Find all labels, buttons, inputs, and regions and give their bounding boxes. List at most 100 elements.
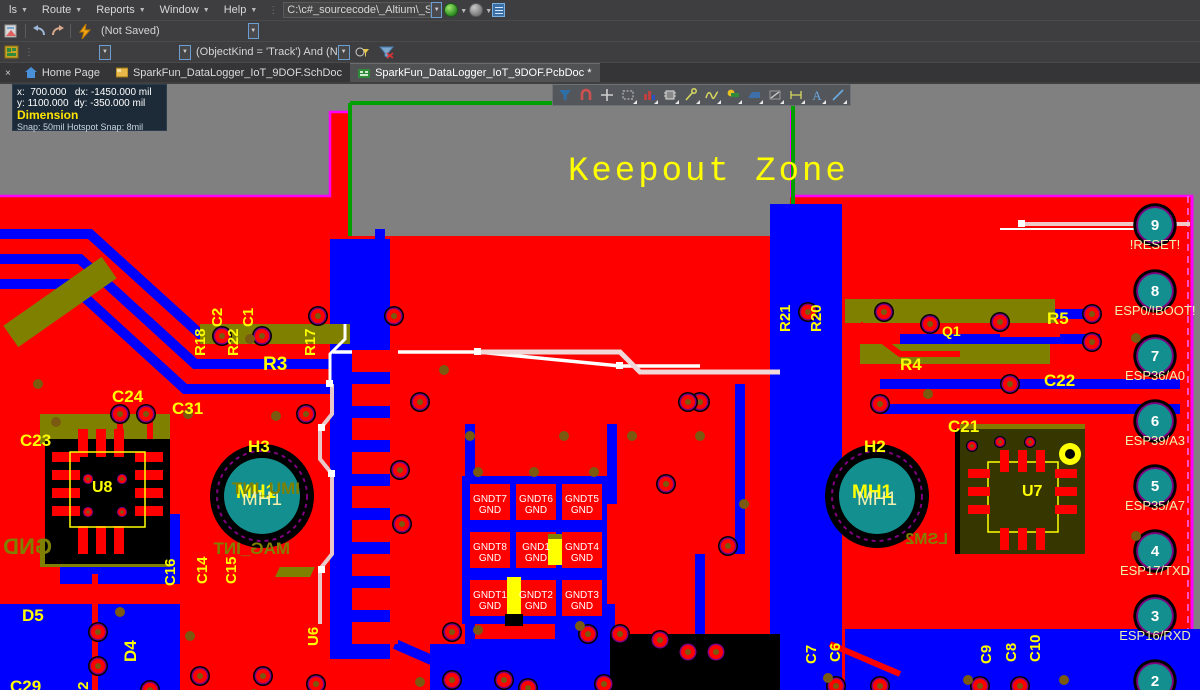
component-designator[interactable]: R5 bbox=[1047, 309, 1069, 328]
save-state-label: (Not Saved) bbox=[101, 25, 160, 37]
component-designator[interactable]: D4 bbox=[121, 640, 140, 662]
component-designator[interactable]: R21 bbox=[777, 304, 794, 332]
gnd-pad-designator: GNDT5 bbox=[565, 494, 599, 505]
pcb-board-icon[interactable] bbox=[3, 44, 20, 60]
crosshair-place-icon[interactable] bbox=[597, 86, 617, 105]
apply-filter-icon[interactable] bbox=[354, 44, 371, 60]
menu-reports[interactable]: Reports ▼ bbox=[89, 2, 152, 19]
selection-box-icon[interactable] bbox=[618, 86, 638, 105]
component-designator[interactable]: C14 bbox=[194, 556, 211, 584]
tab-home-page[interactable]: Home Page bbox=[17, 63, 108, 82]
component-designator[interactable]: U8 bbox=[92, 479, 113, 496]
open-document-icon[interactable] bbox=[492, 3, 505, 17]
path-dropdown-button[interactable]: ▼ bbox=[431, 2, 442, 18]
component-designator[interactable]: C1 bbox=[240, 308, 257, 327]
component-designator[interactable]: C2 bbox=[209, 308, 226, 327]
pcb-canvas[interactable]: Keepout Zone bbox=[0, 84, 1200, 690]
navigate-forward-icon[interactable] bbox=[469, 3, 483, 17]
filter-expression-text[interactable]: (ObjectKind = 'Track') And (N bbox=[196, 46, 338, 58]
menu-window[interactable]: Window ▼ bbox=[153, 2, 217, 19]
back-history-chevron-icon[interactable]: ▼ bbox=[460, 8, 467, 15]
place-component-icon[interactable] bbox=[639, 86, 659, 105]
component-designator[interactable]: C7 bbox=[803, 645, 820, 664]
filter-scope-dropdown[interactable]: ▼ bbox=[99, 45, 111, 60]
component-designator[interactable]: H2 bbox=[864, 437, 886, 456]
magnet-snap-icon[interactable] bbox=[576, 86, 596, 105]
navigate-back-icon[interactable] bbox=[444, 3, 458, 17]
menu-help[interactable]: Help ▼ bbox=[217, 2, 265, 19]
place-net-icon[interactable] bbox=[702, 86, 722, 105]
component-designator[interactable]: C31 bbox=[172, 399, 203, 418]
menu-reports-label: Reports bbox=[96, 4, 135, 16]
forward-history-chevron-icon[interactable]: ▼ bbox=[485, 8, 492, 15]
redo-icon[interactable] bbox=[48, 23, 65, 39]
mounting-hole-pad-label: MH1 bbox=[857, 489, 897, 510]
tab-pcbdoc[interactable]: SparkFun_DataLogger_IoT_9DOF.PcbDoc * bbox=[350, 63, 599, 82]
component-designator[interactable]: C24 bbox=[112, 387, 144, 406]
toolbar2-dropdown-button[interactable]: ▼ bbox=[248, 23, 259, 39]
component-designator[interactable]: U7 bbox=[1022, 483, 1043, 500]
place-polygon-icon[interactable] bbox=[744, 86, 764, 105]
pcb-document-icon[interactable] bbox=[3, 23, 20, 39]
place-line-icon[interactable] bbox=[828, 86, 848, 105]
place-arc-icon[interactable] bbox=[765, 86, 785, 105]
component-designator[interactable]: R20 bbox=[808, 304, 825, 332]
component-designator[interactable]: R3 bbox=[263, 354, 287, 375]
active-mode-label: Dimension bbox=[17, 109, 162, 122]
place-keepout-icon[interactable] bbox=[723, 86, 743, 105]
component-designator[interactable]: D5 bbox=[22, 606, 44, 625]
gnd-pad-net: GND bbox=[525, 553, 547, 564]
undo-icon[interactable] bbox=[31, 23, 48, 39]
flash-run-icon[interactable] bbox=[76, 23, 93, 39]
close-icon[interactable]: × bbox=[0, 68, 17, 82]
tab-schdoc[interactable]: SparkFun_DataLogger_IoT_9DOF.SchDoc bbox=[108, 63, 350, 82]
component-designator[interactable]: C9 bbox=[978, 645, 995, 664]
component-designator[interactable]: C21 bbox=[948, 417, 979, 436]
component-designator[interactable]: H3 bbox=[248, 437, 270, 456]
edge-pad-net-name: ESP36/A0 bbox=[1125, 368, 1185, 383]
component-designator[interactable]: C29 bbox=[10, 677, 41, 690]
project-path-input[interactable]: C:\c#_sourcecode\_Altium\_SparkF bbox=[283, 2, 431, 18]
place-ic-icon[interactable] bbox=[660, 86, 680, 105]
edge-pad-net-name: ESP0/!BOOT! bbox=[1115, 303, 1196, 318]
gnd-pad-designator: GNDT7 bbox=[473, 494, 507, 505]
gnd-pad-designator: GNDT3 bbox=[565, 590, 599, 601]
pcb-drawing-toolbar: A bbox=[552, 84, 851, 106]
menu-tools-label: ls bbox=[9, 4, 17, 16]
edge-pad-number: 5 bbox=[1151, 478, 1159, 495]
component-designator[interactable]: C6 bbox=[827, 643, 844, 662]
component-designator[interactable]: C16 bbox=[162, 558, 179, 586]
pcb-artwork[interactable]: Keepout Zone bbox=[0, 84, 1200, 690]
keepout-zone-label: Keepout Zone bbox=[568, 153, 849, 191]
place-string-icon[interactable]: A bbox=[807, 86, 827, 105]
component-designator[interactable]: U6 bbox=[305, 627, 322, 646]
place-via-route-icon[interactable] bbox=[681, 86, 701, 105]
component-designator[interactable]: C15 bbox=[223, 556, 240, 584]
component-designator[interactable]: C22 bbox=[1044, 371, 1075, 390]
clear-filter-icon[interactable] bbox=[379, 44, 396, 60]
component-designator[interactable]: R22 bbox=[225, 328, 242, 356]
menu-tools[interactable]: ls ▼ bbox=[2, 2, 35, 19]
edge-pad-net-name: ESP17/TXD bbox=[1120, 563, 1190, 578]
filter-expression-dropdown[interactable]: ▼ bbox=[179, 45, 191, 60]
component-designator[interactable]: R18 bbox=[192, 328, 209, 356]
component-designator[interactable]: C8 bbox=[1003, 643, 1020, 662]
filter-funnel-icon[interactable] bbox=[555, 86, 575, 105]
gnd-pad-net: GND bbox=[525, 601, 547, 612]
component-designator[interactable]: C23 bbox=[20, 431, 51, 450]
component-designator[interactable]: R4 bbox=[900, 355, 922, 374]
component-designator[interactable]: C12 bbox=[75, 681, 92, 690]
place-dimension-icon[interactable] bbox=[786, 86, 806, 105]
filter-history-dropdown[interactable]: ▼ bbox=[338, 45, 350, 60]
toolbar-grip: ⋮ bbox=[264, 5, 281, 16]
gnd-pad-net: GND bbox=[525, 505, 547, 516]
component-designator[interactable]: R17 bbox=[302, 328, 319, 356]
chevron-down-icon: ▼ bbox=[75, 7, 82, 14]
tab-pcbdoc-label: SparkFun_DataLogger_IoT_9DOF.PcbDoc * bbox=[375, 67, 591, 79]
menu-route[interactable]: Route ▼ bbox=[35, 2, 89, 19]
component-designator[interactable]: C10 bbox=[1027, 634, 1044, 662]
gnd-pad-net: GND bbox=[479, 601, 501, 612]
gnd-pad-net: GND bbox=[571, 553, 593, 564]
component-designator[interactable]: Q1 bbox=[942, 323, 961, 339]
edge-pad-net-name: !RESET! bbox=[1130, 237, 1181, 252]
